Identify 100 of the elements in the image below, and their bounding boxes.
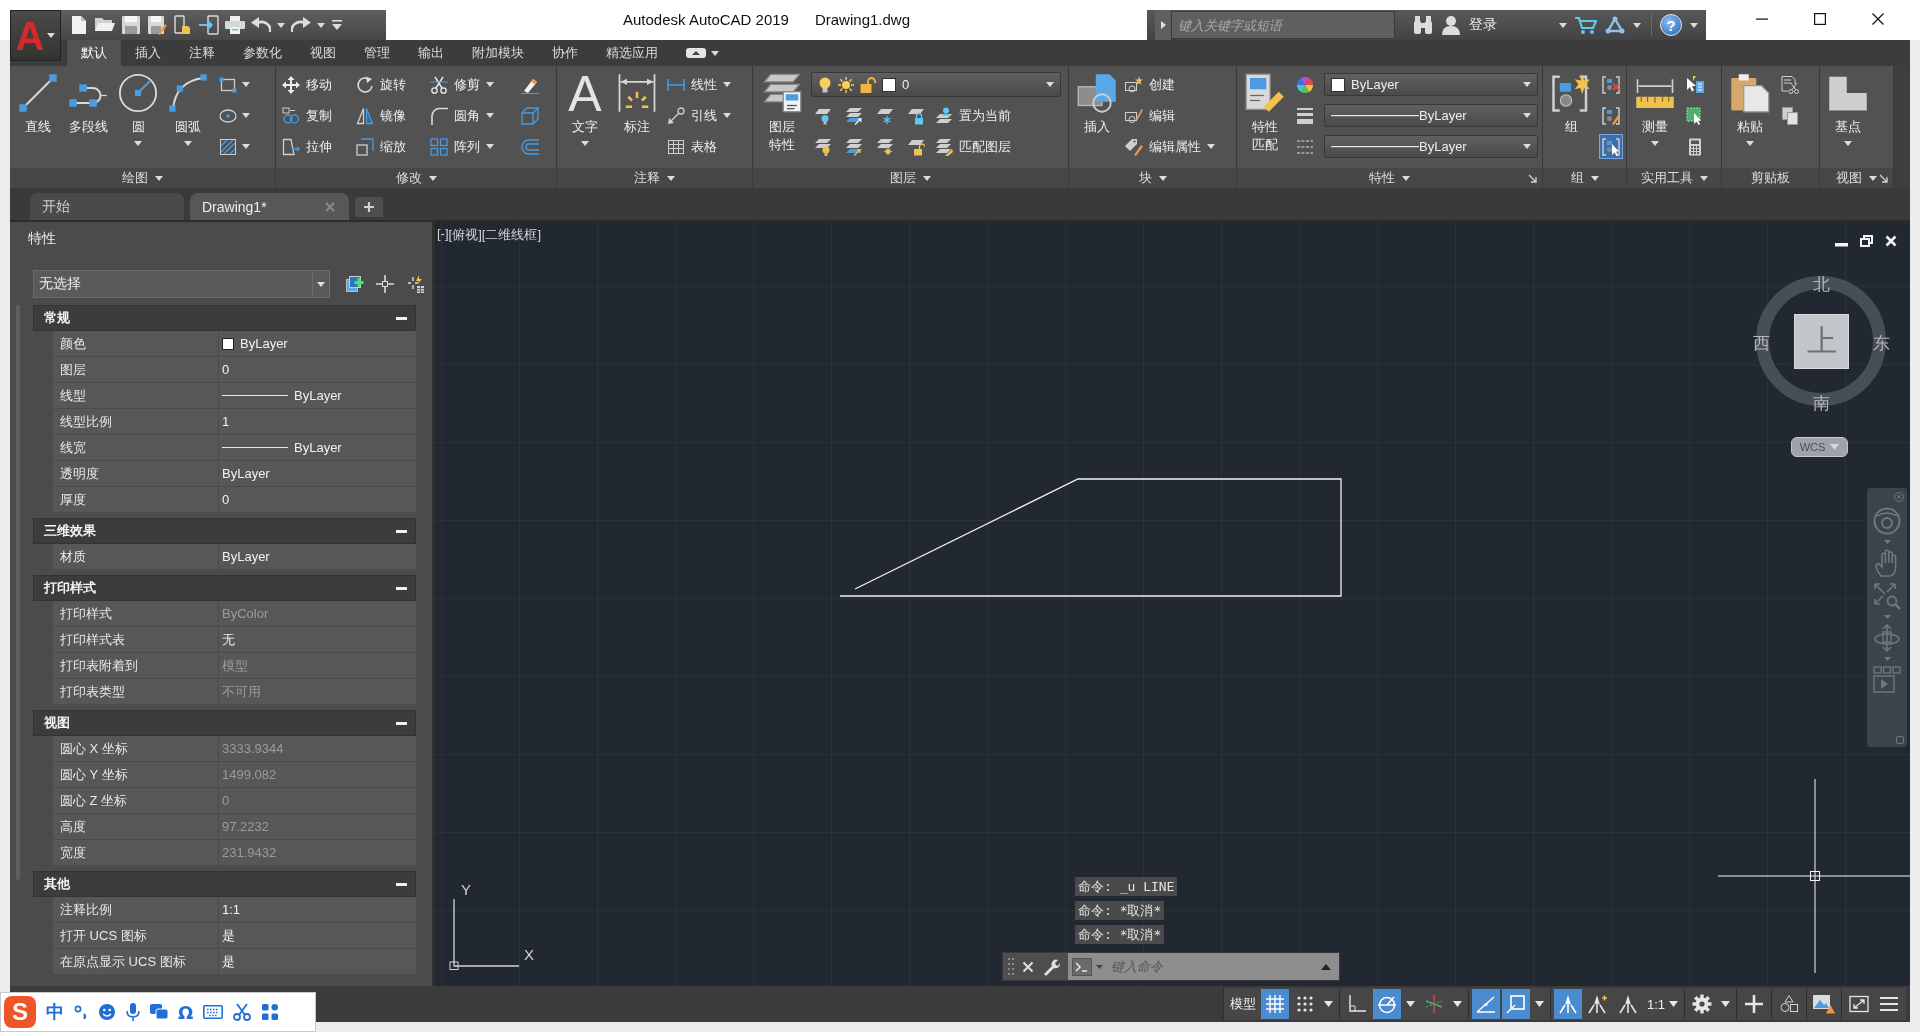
panel-title-button[interactable]: 绘图 — [122, 169, 163, 187]
caret-icon[interactable] — [1405, 1001, 1415, 1007]
status-toggle[interactable] — [1372, 989, 1401, 1019]
ribbon-button[interactable]: 图层特性 — [759, 72, 805, 154]
ribbon-button[interactable]: 基点 — [1826, 72, 1870, 146]
section-header[interactable]: 打印样式 — [33, 575, 416, 601]
drag-handle-icon[interactable] — [1008, 956, 1014, 977]
save-as-icon[interactable] — [147, 15, 167, 35]
panel-title-button[interactable]: 修改 — [395, 169, 437, 187]
ribbon-button[interactable]: 组 — [1549, 72, 1593, 136]
panel-title-button[interactable]: 实用工具 — [1640, 169, 1708, 187]
caret-icon[interactable] — [1534, 1001, 1544, 1007]
viewport-control[interactable]: [-] — [437, 226, 449, 244]
panel-title-button[interactable]: 组 — [1570, 169, 1599, 187]
command-prompt-icon[interactable] — [1072, 957, 1092, 976]
keyboard-icon[interactable] — [203, 1005, 224, 1019]
cart-icon[interactable] — [1575, 15, 1597, 35]
ribbon-button[interactable]: 编辑 — [1125, 103, 1215, 128]
section-header[interactable]: 三维效果 — [33, 518, 416, 544]
ribbon-button[interactable]: 线性 — [667, 72, 731, 97]
viewport-control[interactable]: [俯视] — [448, 226, 482, 244]
new-file-icon[interactable] — [69, 15, 89, 35]
crosshair-icon[interactable] — [376, 275, 394, 293]
caret-icon[interactable] — [1452, 1001, 1462, 1007]
redo-icon[interactable] — [291, 17, 311, 33]
ribbon-button[interactable]: 镜像 — [356, 103, 406, 128]
section-header[interactable]: 其他 — [33, 871, 416, 897]
caret-up-icon[interactable] — [1321, 963, 1331, 970]
undo-icon[interactable] — [251, 17, 271, 33]
binoculars-icon[interactable] — [1413, 15, 1433, 35]
status-toggle[interactable] — [1501, 989, 1530, 1019]
ribbon-button[interactable]: 圆弧 — [166, 72, 210, 146]
ribbon-button[interactable]: 创建 — [1125, 72, 1215, 97]
ribbon-tab[interactable]: 协作 — [538, 40, 592, 66]
property-dropdown[interactable]: ByLayer — [1324, 73, 1538, 96]
ribbon-button[interactable]: 多段线 — [66, 72, 110, 136]
panel-title-button[interactable]: 注释 — [634, 169, 675, 187]
wrench-icon[interactable] — [1042, 957, 1060, 976]
ribbon-button[interactable]: 表格 — [667, 134, 731, 159]
restore-icon[interactable] — [1860, 235, 1873, 247]
caret-icon[interactable] — [1323, 1001, 1333, 1007]
microphone-icon[interactable] — [126, 1003, 140, 1021]
ribbon-button[interactable]: 编辑属性 — [1125, 134, 1215, 159]
caret-icon[interactable] — [317, 22, 325, 28]
ribbon-tab[interactable]: 管理 — [350, 40, 404, 66]
ribbon-button[interactable]: 特性匹配 — [1243, 72, 1287, 154]
ribbon-button[interactable]: A 文字 — [563, 72, 607, 146]
printer-icon[interactable] — [225, 15, 245, 35]
status-toggle[interactable] — [1260, 989, 1289, 1019]
ribbon-button[interactable]: 移动 — [282, 72, 332, 97]
panel-title-button[interactable]: 图层 — [890, 169, 931, 187]
ribbon-button[interactable]: 插入 — [1075, 72, 1119, 136]
ribbon-button[interactable]: 阵列 — [430, 134, 494, 159]
ribbon-button[interactable]: 旋转 — [356, 72, 406, 97]
phone-folder-icon[interactable] — [173, 15, 193, 35]
ribbon-button[interactable]: 拉伸 — [282, 134, 332, 159]
ribbon-button[interactable]: 置为当前 — [935, 103, 1011, 128]
dialog-launcher-icon[interactable] — [1879, 174, 1888, 183]
ribbon-button[interactable]: 直线 — [16, 72, 60, 136]
ribbon-button[interactable]: 引线 — [667, 103, 731, 128]
ribbon-button[interactable]: 标注 — [615, 72, 659, 136]
symbols-button[interactable]: Ω — [178, 1001, 194, 1023]
scissors-icon[interactable] — [233, 1003, 252, 1021]
section-header[interactable]: 视图 — [33, 710, 416, 736]
caret-icon[interactable] — [1721, 1001, 1730, 1007]
input-mode-button[interactable]: 中 — [46, 1000, 64, 1024]
crosshair-bolt-icon[interactable] — [406, 275, 424, 293]
triangle-network-icon[interactable] — [1605, 16, 1625, 34]
ribbon-button[interactable]: 修剪 — [430, 72, 494, 97]
ribbon-tab[interactable]: 参数化 — [229, 40, 296, 66]
property-dropdown[interactable]: ByLayer — [1324, 104, 1538, 127]
compass-label[interactable]: 东 — [1872, 331, 1890, 355]
layer-dropdown[interactable]: 0 — [811, 72, 1061, 97]
dialog-launcher-icon[interactable] — [1528, 174, 1537, 183]
ribbon-button[interactable] — [1599, 134, 1623, 159]
caret-icon[interactable] — [277, 22, 285, 28]
punctuation-icon[interactable] — [74, 1005, 88, 1019]
ribbon-button[interactable]: 缩放 — [356, 134, 406, 159]
panel-title-button[interactable]: 剪贴板 — [1751, 169, 1790, 187]
ribbon-tab[interactable]: 注释 — [175, 40, 229, 66]
ribbon-button[interactable]: 圆 — [116, 72, 160, 146]
property-dropdown[interactable]: ByLayer — [1324, 135, 1538, 158]
ribbon-button[interactable]: 复制 — [282, 103, 332, 128]
phone-arrow-icon[interactable] — [199, 15, 219, 35]
panel-title-button[interactable]: 块 — [1138, 169, 1167, 187]
squares-plus-icon[interactable] — [346, 275, 364, 293]
compass-label[interactable]: 西 — [1752, 331, 1770, 355]
customize-menu-icon[interactable] — [331, 19, 343, 31]
ribbon-button[interactable]: 匹配图层 — [935, 134, 1011, 159]
save-icon[interactable] — [121, 15, 141, 35]
ribbon-tab[interactable]: 附加模块 — [458, 40, 538, 66]
smiley-icon[interactable] — [98, 1003, 116, 1021]
ribbon-tab[interactable]: 输出 — [404, 40, 458, 66]
ribbon-tab[interactable]: 视图 — [296, 40, 350, 66]
ribbon-button[interactable]: 粘贴 — [1728, 72, 1772, 146]
selection-dropdown[interactable]: 无选择 — [33, 270, 330, 298]
compass-label[interactable]: 北 — [1812, 272, 1830, 296]
close-icon[interactable] — [1872, 13, 1884, 25]
viewport-control[interactable]: [二维线框] — [481, 226, 542, 244]
document-tab[interactable]: 开始 — [30, 193, 184, 220]
